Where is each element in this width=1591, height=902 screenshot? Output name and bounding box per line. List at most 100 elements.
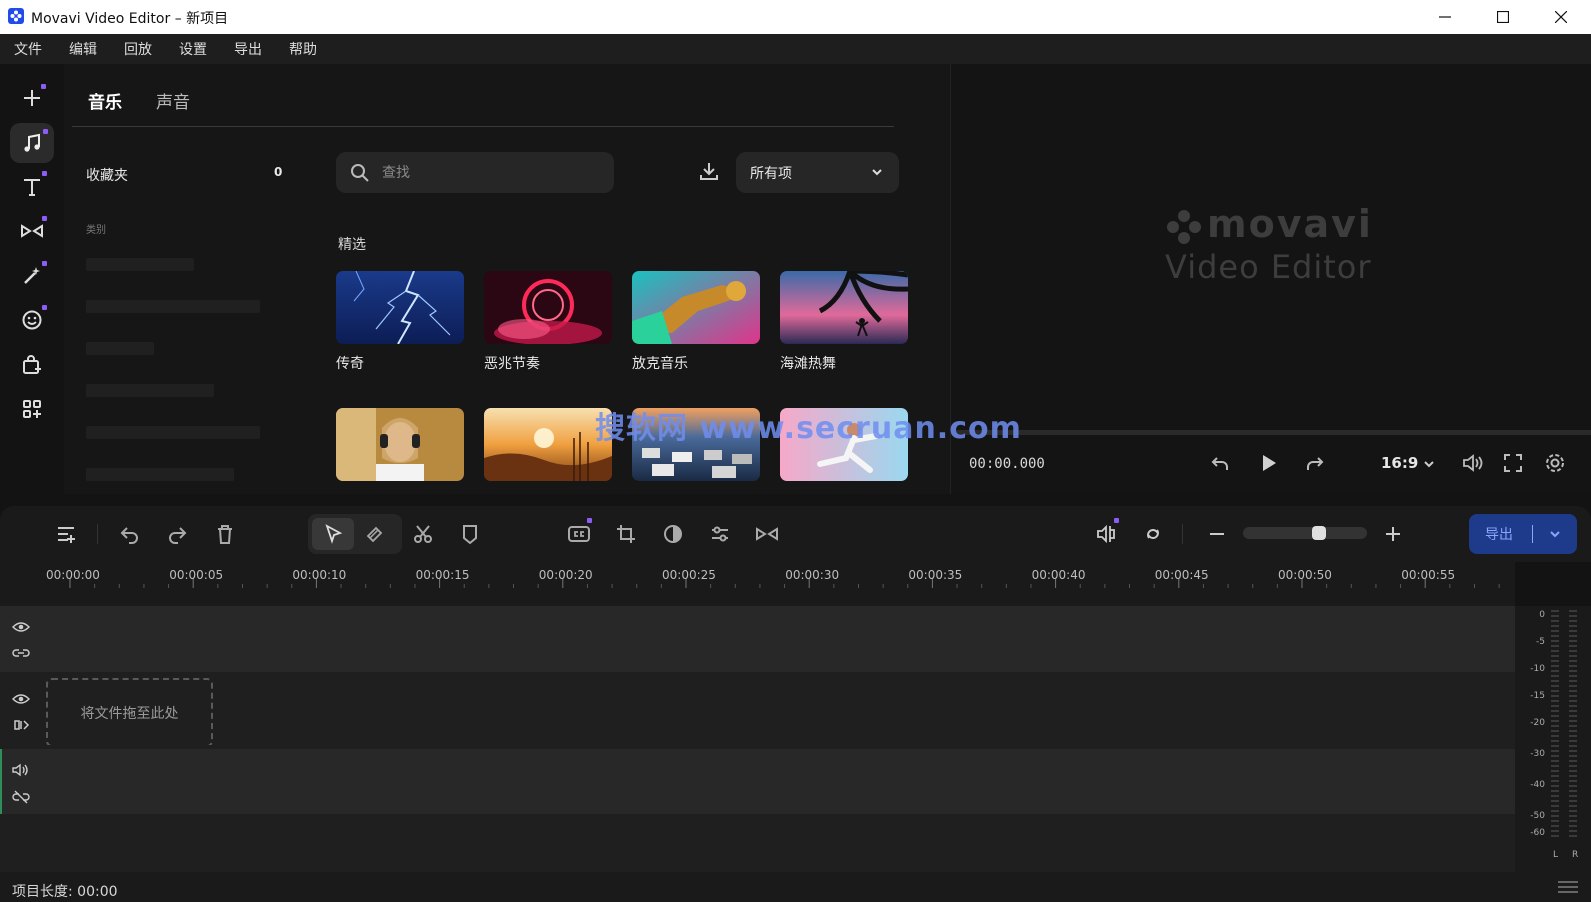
- audio-split-icon[interactable]: [1092, 518, 1120, 548]
- music-button[interactable]: [10, 123, 54, 163]
- meter-bar-right: [1569, 610, 1577, 840]
- db-scale-label: -20: [1530, 718, 1545, 728]
- export-button[interactable]: 导出: [1469, 514, 1577, 554]
- track-thumbnail-lightning[interactable]: [336, 271, 464, 344]
- ruler-tick-label: 00:00:25: [662, 568, 716, 582]
- captions-icon[interactable]: [565, 518, 593, 548]
- maximize-button[interactable]: [1474, 0, 1532, 34]
- menu-export[interactable]: 导出: [234, 39, 262, 59]
- category-placeholder: [86, 426, 260, 439]
- menu-edit[interactable]: 编辑: [69, 39, 97, 59]
- track-thumbnail-headphones-girl[interactable]: [336, 408, 464, 481]
- featured-heading: 精选: [338, 237, 366, 253]
- tab-music[interactable]: 音乐: [88, 88, 122, 113]
- ruler-tick-label: 00:00:35: [908, 568, 963, 582]
- plus-icon: [24, 90, 40, 106]
- preview-scrubber[interactable]: [956, 430, 1591, 435]
- audio-detach-icon[interactable]: [12, 718, 30, 732]
- color-adjust-icon[interactable]: [659, 520, 687, 548]
- track-thumbnail-saxophone[interactable]: [632, 271, 760, 344]
- zoom-slider-thumb[interactable]: [1312, 526, 1326, 540]
- fullscreen-icon[interactable]: [1502, 452, 1524, 474]
- timeline-ruler[interactable]: 00:00:00 00:00:05 00:00:10 00:00:15 00:00:20…: [0, 562, 1515, 606]
- ruler-tick-label: 00:00:50: [1278, 568, 1332, 582]
- timeline-tracks: 将文件拖至此处: [0, 606, 1515, 872]
- zoom-in-icon[interactable]: [1379, 520, 1407, 548]
- preview-panel: movavi Video Editor 00:00.000 16:9: [950, 64, 1591, 494]
- step-forward-icon[interactable]: [1304, 452, 1326, 474]
- aspect-ratio-selector[interactable]: 16:9: [1381, 454, 1418, 472]
- search-icon: [351, 164, 369, 182]
- ruler-tick-label: 00:00:30: [785, 568, 840, 582]
- category-filter-select[interactable]: 所有项: [736, 152, 899, 193]
- select-tool-button[interactable]: [312, 518, 354, 550]
- delete-icon[interactable]: [211, 520, 239, 548]
- track-title: 海滩热舞: [780, 356, 836, 372]
- grid-plus-icon: [23, 400, 41, 418]
- play-icon[interactable]: [1257, 452, 1279, 474]
- transitions-button[interactable]: [10, 211, 54, 251]
- magic-wand-icon: [24, 267, 40, 284]
- add-media-button[interactable]: [10, 78, 54, 118]
- elements-button[interactable]: [10, 345, 54, 385]
- video-track-main[interactable]: [0, 676, 1515, 741]
- speaker-icon[interactable]: [12, 763, 30, 777]
- track-thumbnail-palm-sunset[interactable]: [780, 271, 908, 344]
- ruler-tick-label: 00:00:55: [1401, 568, 1456, 582]
- zoom-slider[interactable]: [1243, 526, 1367, 540]
- tab-sounds[interactable]: 声音: [156, 88, 190, 113]
- more-tools-button[interactable]: [10, 389, 54, 429]
- category-placeholder: [86, 342, 154, 355]
- status-bar: 项目长度: 00:00: [0, 872, 1591, 902]
- crop-icon[interactable]: [612, 520, 640, 548]
- ruler-tick-label: 00:00:15: [415, 568, 470, 582]
- eye-icon[interactable]: [12, 620, 30, 634]
- zoom-out-icon[interactable]: [1203, 520, 1231, 548]
- ruler-tick-label: 00:00:40: [1031, 568, 1086, 582]
- download-icon[interactable]: [698, 160, 720, 182]
- db-scale-label: -5: [1536, 637, 1545, 647]
- track-thumbnail-red-ring[interactable]: [484, 271, 612, 344]
- menu-settings[interactable]: 设置: [179, 39, 207, 59]
- search-box[interactable]: [336, 152, 614, 193]
- marker-icon[interactable]: [456, 520, 484, 548]
- add-track-icon[interactable]: [52, 520, 80, 548]
- menu-file[interactable]: 文件: [14, 39, 42, 59]
- track-thumbnail-golden-field[interactable]: [484, 408, 612, 481]
- video-track-overlay[interactable]: [0, 606, 1515, 672]
- eye-icon[interactable]: [12, 692, 30, 706]
- search-input[interactable]: [382, 162, 592, 184]
- filter-value: 所有项: [750, 166, 792, 182]
- link-icon[interactable]: [12, 646, 30, 660]
- titles-button[interactable]: [10, 167, 54, 207]
- favorites-item[interactable]: 收藏夹: [86, 165, 128, 185]
- audio-track[interactable]: [0, 749, 1515, 814]
- export-label: 导出: [1485, 527, 1513, 543]
- effects-button[interactable]: [10, 255, 54, 295]
- undo-icon[interactable]: [116, 520, 144, 548]
- tool-rail: [0, 64, 64, 494]
- settings-gear-icon[interactable]: [1544, 452, 1566, 474]
- stickers-button[interactable]: [10, 300, 54, 340]
- ruler-tick-label: 00:00:00: [46, 568, 100, 582]
- list-view-icon[interactable]: [1556, 879, 1580, 895]
- text-icon: [24, 179, 40, 196]
- chevron-down-icon[interactable]: [1423, 458, 1435, 470]
- chevron-down-icon[interactable]: [1549, 528, 1561, 540]
- menu-playback[interactable]: 回放: [124, 39, 152, 59]
- track-title: 传奇: [336, 356, 364, 372]
- redo-icon[interactable]: [163, 520, 191, 548]
- unlink-icon[interactable]: [12, 790, 30, 804]
- db-scale-label: -50: [1530, 811, 1545, 821]
- razor-tool-icon[interactable]: [364, 524, 384, 544]
- menu-help[interactable]: 帮助: [289, 39, 317, 59]
- magnet-link-icon[interactable]: [1139, 520, 1167, 548]
- sliders-icon[interactable]: [706, 520, 734, 548]
- transition-wizard-icon[interactable]: [753, 520, 781, 548]
- drop-zone[interactable]: 将文件拖至此处: [46, 678, 213, 747]
- minimize-button[interactable]: [1416, 0, 1474, 34]
- volume-icon[interactable]: [1461, 452, 1483, 474]
- close-button[interactable]: [1532, 0, 1590, 34]
- step-back-icon[interactable]: [1209, 452, 1231, 474]
- cut-icon[interactable]: [409, 520, 437, 548]
